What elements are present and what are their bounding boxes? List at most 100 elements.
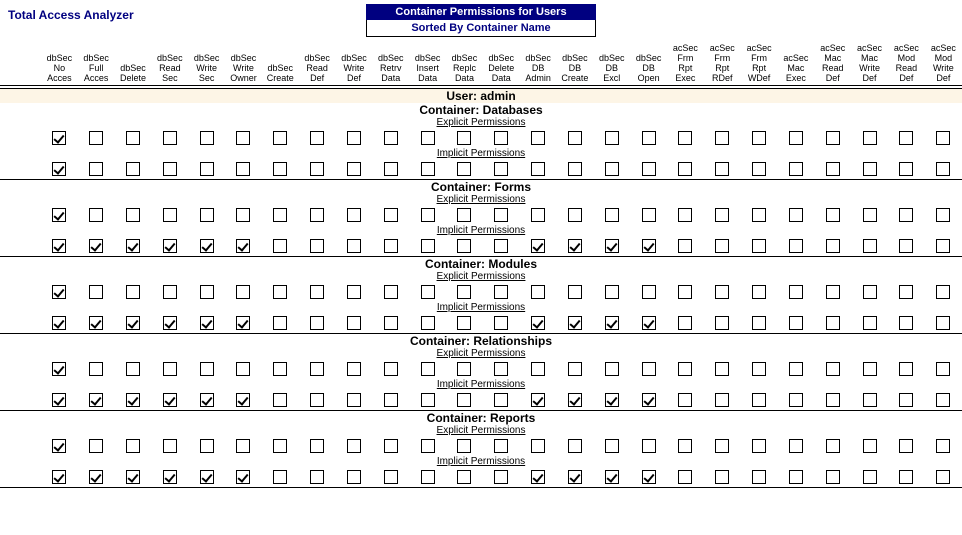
- checkbox-unchecked: [273, 239, 287, 253]
- checkbox-unchecked: [163, 285, 177, 299]
- checkbox-unchecked: [384, 239, 398, 253]
- implicit-permissions-label: Implicit Permissions: [0, 148, 962, 159]
- checkbox-checked: [163, 239, 177, 253]
- checkbox-unchecked: [421, 393, 435, 407]
- checkbox-unchecked: [273, 285, 287, 299]
- checkbox-unchecked: [421, 470, 435, 484]
- checkbox-unchecked: [347, 285, 361, 299]
- checkbox-unchecked: [936, 239, 950, 253]
- checkbox-unchecked: [531, 131, 545, 145]
- checkbox-unchecked: [310, 362, 324, 376]
- checkbox-unchecked: [384, 162, 398, 176]
- column-header: dbSecReadSec: [151, 43, 188, 87]
- column-header: dbSecCreate: [262, 43, 299, 87]
- checkbox-unchecked: [826, 208, 840, 222]
- checkbox-unchecked: [863, 239, 877, 253]
- checkbox-unchecked: [310, 131, 324, 145]
- checkbox-unchecked: [457, 362, 471, 376]
- checkbox-unchecked: [89, 208, 103, 222]
- checkbox-unchecked: [568, 208, 582, 222]
- checkbox-unchecked: [678, 362, 692, 376]
- checkbox-unchecked: [457, 393, 471, 407]
- checkbox-unchecked: [457, 131, 471, 145]
- checkbox-unchecked: [347, 362, 361, 376]
- checkbox-checked: [236, 393, 250, 407]
- checkbox-unchecked: [678, 162, 692, 176]
- implicit-permissions-label: Implicit Permissions: [0, 379, 962, 390]
- checkbox-unchecked: [899, 208, 913, 222]
- column-header: dbSecWriteSec: [188, 43, 225, 87]
- checkbox-unchecked: [236, 162, 250, 176]
- column-header: acSecFrmRptWDef: [741, 43, 778, 87]
- checkbox-unchecked: [752, 239, 766, 253]
- checkbox-checked: [531, 393, 545, 407]
- checkbox-unchecked: [457, 162, 471, 176]
- checkbox-checked: [605, 393, 619, 407]
- checkbox-unchecked: [310, 393, 324, 407]
- checkbox-unchecked: [568, 439, 582, 453]
- checkbox-unchecked: [421, 316, 435, 330]
- checkbox-unchecked: [642, 131, 656, 145]
- checkbox-unchecked: [826, 162, 840, 176]
- checkbox-unchecked: [789, 470, 803, 484]
- checkbox-unchecked: [200, 131, 214, 145]
- checkbox-unchecked: [789, 439, 803, 453]
- checkbox-checked: [200, 470, 214, 484]
- column-header: dbSecNoAcces: [41, 43, 78, 87]
- checkbox-unchecked: [936, 393, 950, 407]
- column-header: acSecModReadDef: [888, 43, 925, 87]
- column-header: dbSecDBAdmin: [520, 43, 557, 87]
- checkbox-checked: [89, 239, 103, 253]
- checkbox-unchecked: [347, 470, 361, 484]
- checkbox-unchecked: [863, 393, 877, 407]
- checkbox-checked: [163, 470, 177, 484]
- checkbox-unchecked: [789, 285, 803, 299]
- checkbox-unchecked: [531, 362, 545, 376]
- checkbox-unchecked: [826, 131, 840, 145]
- checkbox-checked: [52, 439, 66, 453]
- checkbox-unchecked: [126, 362, 140, 376]
- checkbox-unchecked: [273, 362, 287, 376]
- container-label: Container: Reports: [0, 411, 962, 425]
- checkbox-unchecked: [789, 162, 803, 176]
- checkbox-unchecked: [236, 285, 250, 299]
- checkbox-unchecked: [789, 362, 803, 376]
- column-header: dbSecDelete: [115, 43, 152, 87]
- checkbox-unchecked: [457, 316, 471, 330]
- checkbox-unchecked: [200, 208, 214, 222]
- checkbox-unchecked: [494, 285, 508, 299]
- checkbox-unchecked: [126, 439, 140, 453]
- permission-row: [0, 128, 962, 148]
- checkbox-unchecked: [752, 208, 766, 222]
- checkbox-unchecked: [421, 162, 435, 176]
- checkbox-unchecked: [568, 162, 582, 176]
- checkbox-unchecked: [531, 162, 545, 176]
- checkbox-unchecked: [936, 362, 950, 376]
- checkbox-unchecked: [715, 316, 729, 330]
- checkbox-checked: [642, 239, 656, 253]
- checkbox-unchecked: [642, 362, 656, 376]
- checkbox-unchecked: [678, 470, 692, 484]
- column-header: dbSecDBCreate: [557, 43, 594, 87]
- checkbox-unchecked: [236, 131, 250, 145]
- checkbox-checked: [52, 285, 66, 299]
- permission-row: [0, 236, 962, 257]
- explicit-permissions-label: Explicit Permissions: [0, 348, 962, 359]
- checkbox-unchecked: [494, 316, 508, 330]
- permission-row: [0, 359, 962, 379]
- permission-row: [0, 159, 962, 180]
- checkbox-unchecked: [89, 439, 103, 453]
- checkbox-unchecked: [899, 439, 913, 453]
- checkbox-unchecked: [384, 439, 398, 453]
- checkbox-checked: [605, 470, 619, 484]
- checkbox-unchecked: [347, 239, 361, 253]
- checkbox-unchecked: [936, 316, 950, 330]
- checkbox-unchecked: [899, 316, 913, 330]
- checkbox-checked: [200, 393, 214, 407]
- checkbox-checked: [89, 393, 103, 407]
- checkbox-unchecked: [715, 362, 729, 376]
- checkbox-unchecked: [642, 285, 656, 299]
- implicit-permissions-label: Implicit Permissions: [0, 456, 962, 467]
- checkbox-unchecked: [457, 285, 471, 299]
- checkbox-unchecked: [494, 131, 508, 145]
